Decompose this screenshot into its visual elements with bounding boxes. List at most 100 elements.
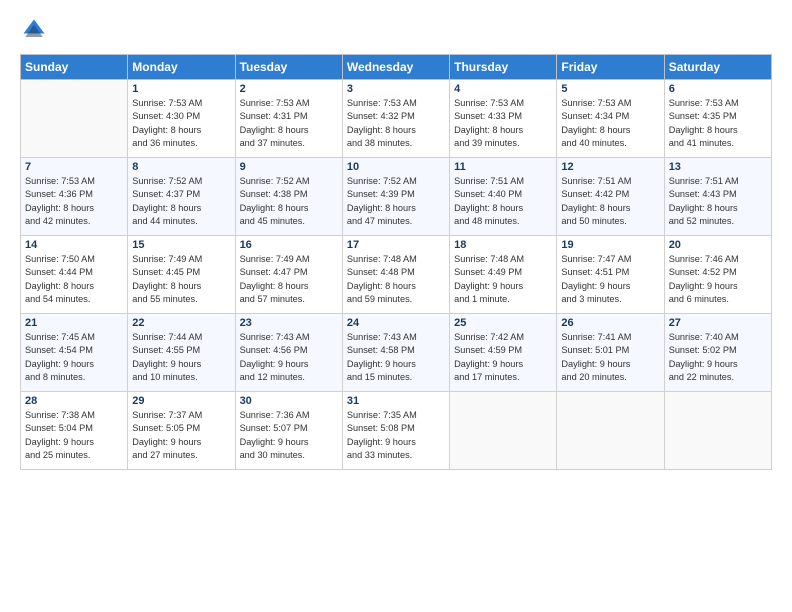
day-number: 31 <box>347 395 445 407</box>
day-info: Sunrise: 7:52 AMSunset: 4:38 PMDaylight:… <box>240 175 338 228</box>
day-number: 20 <box>669 239 767 251</box>
calendar-cell: 24 Sunrise: 7:43 AMSunset: 4:58 PMDayligh… <box>342 314 449 392</box>
calendar-cell: 22 Sunrise: 7:44 AMSunset: 4:55 PMDayligh… <box>128 314 235 392</box>
header <box>20 16 772 44</box>
calendar-cell: 18 Sunrise: 7:48 AMSunset: 4:49 PMDayligh… <box>450 236 557 314</box>
day-number: 28 <box>25 395 123 407</box>
day-info: Sunrise: 7:48 AMSunset: 4:49 PMDaylight:… <box>454 253 552 306</box>
calendar-cell: 12 Sunrise: 7:51 AMSunset: 4:42 PMDayligh… <box>557 158 664 236</box>
calendar-cell: 21 Sunrise: 7:45 AMSunset: 4:54 PMDayligh… <box>21 314 128 392</box>
calendar-cell: 30 Sunrise: 7:36 AMSunset: 5:07 PMDayligh… <box>235 392 342 470</box>
calendar-cell: 2 Sunrise: 7:53 AMSunset: 4:31 PMDaylight… <box>235 80 342 158</box>
day-number: 26 <box>561 317 659 329</box>
week-row-0: 1 Sunrise: 7:53 AMSunset: 4:30 PMDaylight… <box>21 80 772 158</box>
day-number: 2 <box>240 83 338 95</box>
day-info: Sunrise: 7:50 AMSunset: 4:44 PMDaylight:… <box>25 253 123 306</box>
day-info: Sunrise: 7:53 AMSunset: 4:34 PMDaylight:… <box>561 97 659 150</box>
day-number: 6 <box>669 83 767 95</box>
day-info: Sunrise: 7:49 AMSunset: 4:47 PMDaylight:… <box>240 253 338 306</box>
day-info: Sunrise: 7:35 AMSunset: 5:08 PMDaylight:… <box>347 409 445 462</box>
day-info: Sunrise: 7:48 AMSunset: 4:48 PMDaylight:… <box>347 253 445 306</box>
calendar-cell: 17 Sunrise: 7:48 AMSunset: 4:48 PMDayligh… <box>342 236 449 314</box>
header-friday: Friday <box>557 55 664 80</box>
day-number: 24 <box>347 317 445 329</box>
header-thursday: Thursday <box>450 55 557 80</box>
header-saturday: Saturday <box>664 55 771 80</box>
day-number: 29 <box>132 395 230 407</box>
day-info: Sunrise: 7:53 AMSunset: 4:32 PMDaylight:… <box>347 97 445 150</box>
header-row: SundayMondayTuesdayWednesdayThursdayFrid… <box>21 55 772 80</box>
calendar-cell: 14 Sunrise: 7:50 AMSunset: 4:44 PMDayligh… <box>21 236 128 314</box>
header-sunday: Sunday <box>21 55 128 80</box>
day-info: Sunrise: 7:45 AMSunset: 4:54 PMDaylight:… <box>25 331 123 384</box>
day-number: 30 <box>240 395 338 407</box>
calendar-cell: 13 Sunrise: 7:51 AMSunset: 4:43 PMDayligh… <box>664 158 771 236</box>
page: SundayMondayTuesdayWednesdayThursdayFrid… <box>0 0 792 612</box>
day-number: 5 <box>561 83 659 95</box>
calendar-cell: 19 Sunrise: 7:47 AMSunset: 4:51 PMDayligh… <box>557 236 664 314</box>
day-number: 27 <box>669 317 767 329</box>
logo <box>20 16 52 44</box>
calendar-cell: 4Sunrise: 7:53 AMSunset: 4:33 PMDaylight… <box>450 80 557 158</box>
day-info: Sunrise: 7:53 AMSunset: 4:35 PMDaylight:… <box>669 97 767 150</box>
day-number: 15 <box>132 239 230 251</box>
day-number: 21 <box>25 317 123 329</box>
day-number: 13 <box>669 161 767 173</box>
day-number: 23 <box>240 317 338 329</box>
logo-icon <box>20 16 48 44</box>
calendar-cell: 6 Sunrise: 7:53 AMSunset: 4:35 PMDaylight… <box>664 80 771 158</box>
calendar-cell <box>21 80 128 158</box>
calendar-cell: 16 Sunrise: 7:49 AMSunset: 4:47 PMDayligh… <box>235 236 342 314</box>
day-number: 8 <box>132 161 230 173</box>
week-row-3: 21 Sunrise: 7:45 AMSunset: 4:54 PMDayligh… <box>21 314 772 392</box>
day-info: Sunrise: 7:52 AMSunset: 4:39 PMDaylight:… <box>347 175 445 228</box>
week-row-4: 28Sunrise: 7:38 AMSunset: 5:04 PMDayligh… <box>21 392 772 470</box>
calendar-cell: 23Sunrise: 7:43 AMSunset: 4:56 PMDayligh… <box>235 314 342 392</box>
week-row-2: 14 Sunrise: 7:50 AMSunset: 4:44 PMDayligh… <box>21 236 772 314</box>
day-info: Sunrise: 7:47 AMSunset: 4:51 PMDaylight:… <box>561 253 659 306</box>
day-number: 1 <box>132 83 230 95</box>
day-info: Sunrise: 7:52 AMSunset: 4:37 PMDaylight:… <box>132 175 230 228</box>
calendar-cell: 15Sunrise: 7:49 AMSunset: 4:45 PMDayligh… <box>128 236 235 314</box>
calendar-cell <box>450 392 557 470</box>
day-info: Sunrise: 7:51 AMSunset: 4:43 PMDaylight:… <box>669 175 767 228</box>
day-number: 9 <box>240 161 338 173</box>
day-info: Sunrise: 7:37 AMSunset: 5:05 PMDaylight:… <box>132 409 230 462</box>
day-number: 7 <box>25 161 123 173</box>
day-info: Sunrise: 7:53 AMSunset: 4:33 PMDaylight:… <box>454 97 552 150</box>
calendar-cell: 28Sunrise: 7:38 AMSunset: 5:04 PMDayligh… <box>21 392 128 470</box>
calendar-cell: 26 Sunrise: 7:41 AMSunset: 5:01 PMDayligh… <box>557 314 664 392</box>
day-info: Sunrise: 7:53 AMSunset: 4:30 PMDaylight:… <box>132 97 230 150</box>
week-row-1: 7 Sunrise: 7:53 AMSunset: 4:36 PMDaylight… <box>21 158 772 236</box>
calendar-cell: 5 Sunrise: 7:53 AMSunset: 4:34 PMDaylight… <box>557 80 664 158</box>
header-tuesday: Tuesday <box>235 55 342 80</box>
calendar-cell: 10Sunrise: 7:52 AMSunset: 4:39 PMDayligh… <box>342 158 449 236</box>
calendar-cell: 1 Sunrise: 7:53 AMSunset: 4:30 PMDaylight… <box>128 80 235 158</box>
day-info: Sunrise: 7:53 AMSunset: 4:31 PMDaylight:… <box>240 97 338 150</box>
day-number: 22 <box>132 317 230 329</box>
calendar-cell <box>557 392 664 470</box>
calendar-cell <box>664 392 771 470</box>
day-info: Sunrise: 7:53 AMSunset: 4:36 PMDaylight:… <box>25 175 123 228</box>
calendar-cell: 27Sunrise: 7:40 AMSunset: 5:02 PMDayligh… <box>664 314 771 392</box>
day-number: 11 <box>454 161 552 173</box>
day-number: 16 <box>240 239 338 251</box>
day-number: 18 <box>454 239 552 251</box>
header-monday: Monday <box>128 55 235 80</box>
day-info: Sunrise: 7:42 AMSunset: 4:59 PMDaylight:… <box>454 331 552 384</box>
day-info: Sunrise: 7:36 AMSunset: 5:07 PMDaylight:… <box>240 409 338 462</box>
day-info: Sunrise: 7:51 AMSunset: 4:42 PMDaylight:… <box>561 175 659 228</box>
calendar-cell: 25Sunrise: 7:42 AMSunset: 4:59 PMDayligh… <box>450 314 557 392</box>
calendar-cell: 11Sunrise: 7:51 AMSunset: 4:40 PMDayligh… <box>450 158 557 236</box>
calendar-cell: 31 Sunrise: 7:35 AMSunset: 5:08 PMDayligh… <box>342 392 449 470</box>
day-number: 19 <box>561 239 659 251</box>
day-number: 12 <box>561 161 659 173</box>
day-number: 3 <box>347 83 445 95</box>
day-number: 17 <box>347 239 445 251</box>
calendar-table: SundayMondayTuesdayWednesdayThursdayFrid… <box>20 54 772 470</box>
day-info: Sunrise: 7:44 AMSunset: 4:55 PMDaylight:… <box>132 331 230 384</box>
day-number: 14 <box>25 239 123 251</box>
day-info: Sunrise: 7:43 AMSunset: 4:58 PMDaylight:… <box>347 331 445 384</box>
calendar-cell: 29 Sunrise: 7:37 AMSunset: 5:05 PMDayligh… <box>128 392 235 470</box>
day-info: Sunrise: 7:41 AMSunset: 5:01 PMDaylight:… <box>561 331 659 384</box>
